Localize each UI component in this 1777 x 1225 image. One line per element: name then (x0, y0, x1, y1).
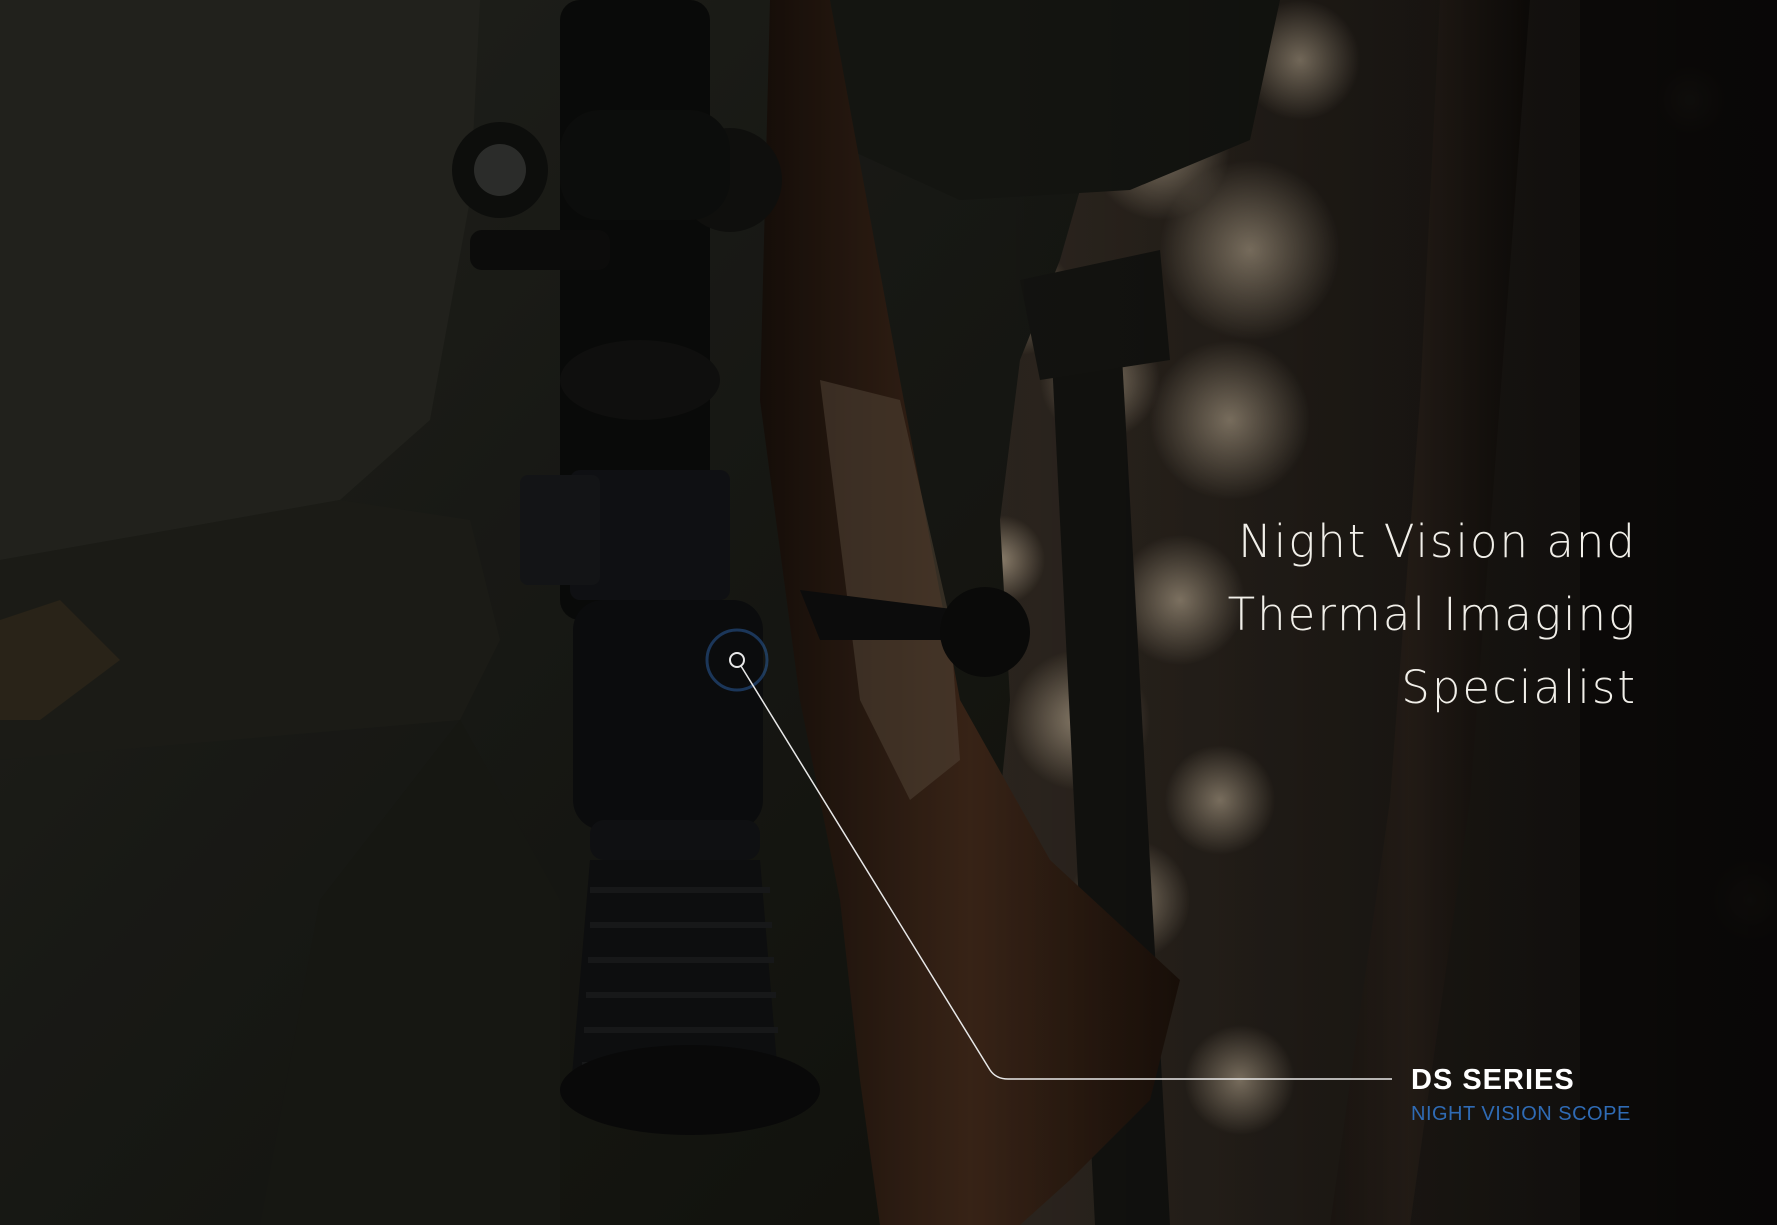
product-name[interactable]: DS SERIES (1411, 1063, 1671, 1097)
hero-banner: Night Vision and Thermal Imaging Special… (0, 0, 1777, 1225)
hero-headline: Night Vision and Thermal Imaging Special… (1077, 505, 1637, 724)
ds-series-hotspot[interactable] (707, 628, 767, 688)
product-label[interactable]: DS SERIES NIGHT VISION SCOPE (1411, 1063, 1671, 1126)
product-type: NIGHT VISION SCOPE (1411, 1103, 1631, 1125)
headline-line-3: Specialist (1401, 661, 1637, 714)
headline-line-1: Night Vision and (1238, 515, 1637, 568)
headline-line-2: Thermal Imaging (1227, 588, 1637, 641)
